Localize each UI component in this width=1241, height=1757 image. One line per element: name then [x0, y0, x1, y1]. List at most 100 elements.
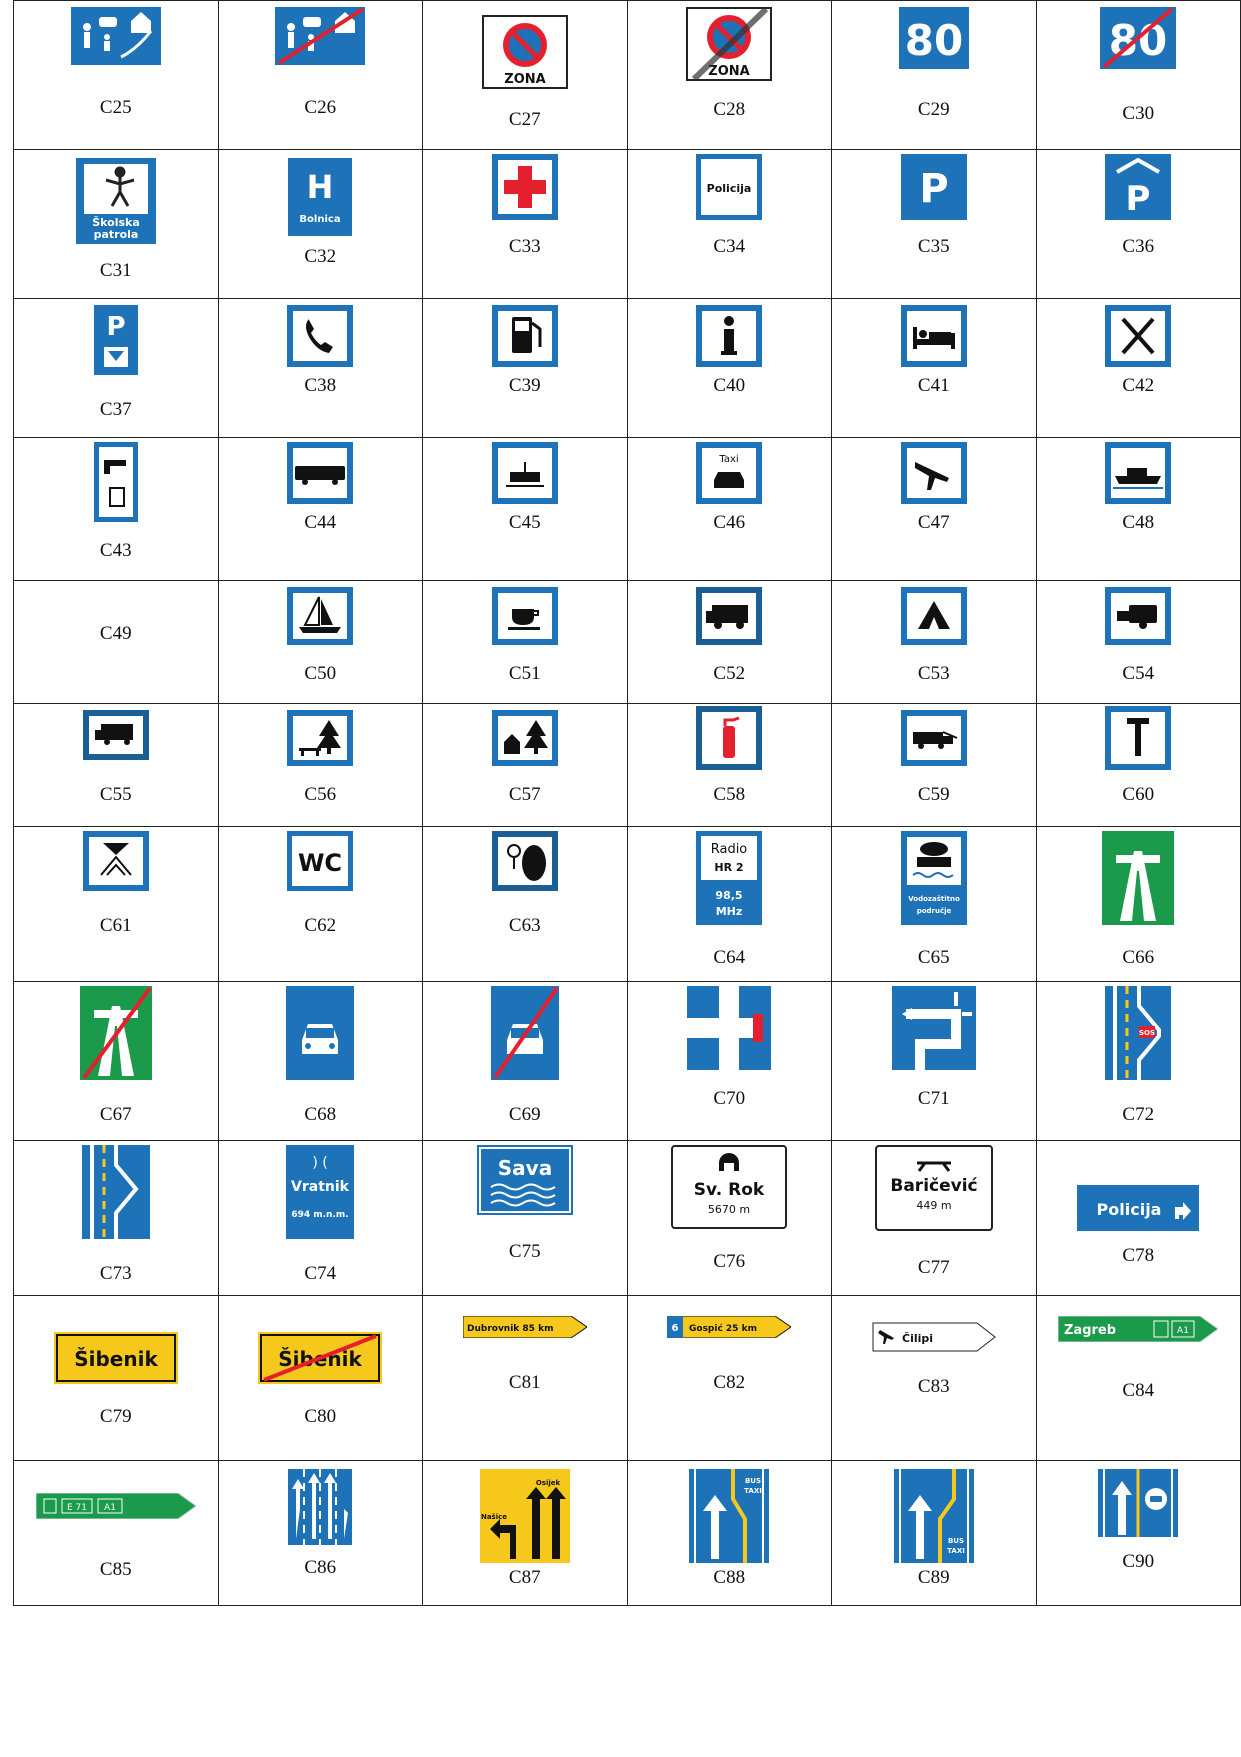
sign-code: C41 — [917, 375, 950, 396]
sign-code: C86 — [304, 1557, 337, 1578]
cell-c48: C48 — [1035, 437, 1241, 581]
sign-table: C25 C26 ZONA C27 ZONA C28 80 C29 80 C30 — [13, 0, 1241, 1606]
sign-river: Sava — [476, 1145, 573, 1215]
sign-code: C50 — [304, 663, 337, 684]
cell-c90: C90 — [1035, 1460, 1241, 1606]
cell-c54: C54 — [1035, 580, 1241, 704]
sign-code: C40 — [713, 375, 746, 396]
sign-code: C56 — [304, 784, 337, 805]
sign-code: C88 — [713, 1567, 746, 1588]
sign-text: Baričević — [890, 1176, 977, 1196]
cell-c60: C60 — [1035, 703, 1241, 827]
sign-text: Sv. Rok — [694, 1180, 765, 1200]
sign-drinking-water — [93, 442, 138, 522]
sign-code: C71 — [917, 1088, 950, 1109]
sign-tyre-service — [491, 831, 558, 891]
sign-text: P — [919, 166, 948, 212]
sign-code: C63 — [508, 915, 541, 936]
sign-code: C38 — [304, 375, 337, 396]
cell-c27: ZONA C27 — [422, 0, 628, 150]
sign-code: C69 — [508, 1104, 541, 1125]
sign-text: A1 — [104, 1503, 116, 1513]
sign-parking-zone: ZONA — [481, 15, 568, 89]
sign-bus-stop — [287, 442, 354, 504]
sign-living-zone-end — [275, 7, 366, 65]
cell-c72: SOS C72 — [1035, 981, 1241, 1141]
cell-c56: C56 — [217, 703, 423, 827]
sign-tram-stop — [491, 442, 558, 504]
sign-speed-zone: 80 — [898, 7, 969, 69]
sign-airport — [900, 442, 967, 504]
cell-c49: C49 — [13, 580, 219, 704]
sign-bridge: Baričević 449 m — [874, 1145, 993, 1231]
sign-hotel — [900, 305, 967, 367]
sign-code: C28 — [713, 99, 746, 120]
sign-text: Taxi — [719, 454, 739, 465]
sign-code: C30 — [1122, 103, 1155, 124]
sign-text: A1 — [1177, 1326, 1189, 1336]
cell-c33: C33 — [422, 149, 628, 299]
sign-motorway — [1102, 831, 1175, 925]
sign-code: C70 — [713, 1088, 746, 1109]
cell-c55: C55 — [13, 703, 219, 827]
cell-c76: Sv. Rok 5670 m C76 — [626, 1140, 832, 1296]
sign-place-name: Šibenik — [53, 1332, 178, 1384]
sign-ferry — [1105, 442, 1172, 504]
sign-text: patrola — [93, 228, 138, 241]
cell-c30: 80 C30 — [1035, 0, 1241, 150]
sign-code: C87 — [508, 1567, 541, 1588]
cell-c77: Baričević 449 m C77 — [831, 1140, 1037, 1296]
sign-code: C26 — [304, 97, 337, 118]
sign-expressway-end — [490, 986, 559, 1080]
cell-c79: Šibenik C79 — [13, 1295, 219, 1461]
cell-c40: C40 — [626, 298, 832, 438]
sign-code: C84 — [1122, 1380, 1155, 1401]
cell-c37: P C37 — [13, 298, 219, 438]
sign-motorway-end — [79, 986, 152, 1080]
sign-text: Policija — [1097, 1200, 1162, 1219]
cell-c34: Policija C34 — [626, 149, 832, 299]
sign-living-zone — [70, 7, 161, 65]
sign-code: C85 — [99, 1559, 132, 1580]
sign-code: C37 — [99, 399, 132, 420]
sign-text: Vratnik — [291, 1179, 350, 1195]
cell-c53: C53 — [831, 580, 1037, 704]
sign-code: C75 — [508, 1241, 541, 1262]
sign-picnic — [287, 710, 354, 766]
sign-text: Šibenik — [74, 1347, 158, 1371]
cell-c66: C66 — [1035, 826, 1241, 982]
sign-text: TAXI — [947, 1547, 965, 1555]
sign-camper-service — [82, 710, 149, 760]
cell-c45: C45 — [422, 437, 628, 581]
sign-code: C54 — [1122, 663, 1155, 684]
sign-code: C42 — [1122, 375, 1155, 396]
sign-code: C35 — [917, 236, 950, 257]
cell-c35: P C35 — [831, 149, 1037, 299]
sign-code: C80 — [304, 1406, 337, 1427]
sign-text: H — [307, 168, 334, 206]
cell-c74: ) ( Vratnik 694 m.n.m. C74 — [217, 1140, 423, 1296]
sign-text: Čilipi — [902, 1332, 933, 1345]
sign-code: C34 — [713, 236, 746, 257]
sign-text: Vodozaštitno — [908, 895, 960, 903]
sign-direction-motorway-long: E 71 A1 — [35, 1493, 196, 1519]
sign-text: Policija — [707, 182, 752, 195]
cell-c68: C68 — [217, 981, 423, 1141]
sign-code: C46 — [713, 512, 746, 533]
sign-text: područje — [916, 907, 951, 915]
sign-code: C83 — [917, 1376, 950, 1397]
cell-c87: Osijek Našice C87 — [422, 1460, 628, 1606]
cell-c73: C73 — [13, 1140, 219, 1296]
cell-c81: Dubrovnik 85 km C81 — [422, 1295, 628, 1461]
sign-code: C67 — [99, 1104, 132, 1125]
cell-c65: Vodozaštitno područje C65 — [831, 826, 1037, 982]
sign-parking-garage: P — [1105, 154, 1172, 220]
cell-c82: 6 Gospić 25 km C82 — [626, 1295, 832, 1461]
sign-tow-truck — [900, 710, 967, 766]
cell-c64: Radio HR 2 98,5 MHz C64 — [626, 826, 832, 982]
sign-text: 98,5 — [716, 889, 743, 902]
cell-c83: Čilipi C83 — [831, 1295, 1037, 1461]
sign-text: ZONA — [504, 72, 545, 87]
sign-direction-motorway: Zagreb A1 — [1058, 1316, 1219, 1342]
sign-code: C59 — [917, 784, 950, 805]
